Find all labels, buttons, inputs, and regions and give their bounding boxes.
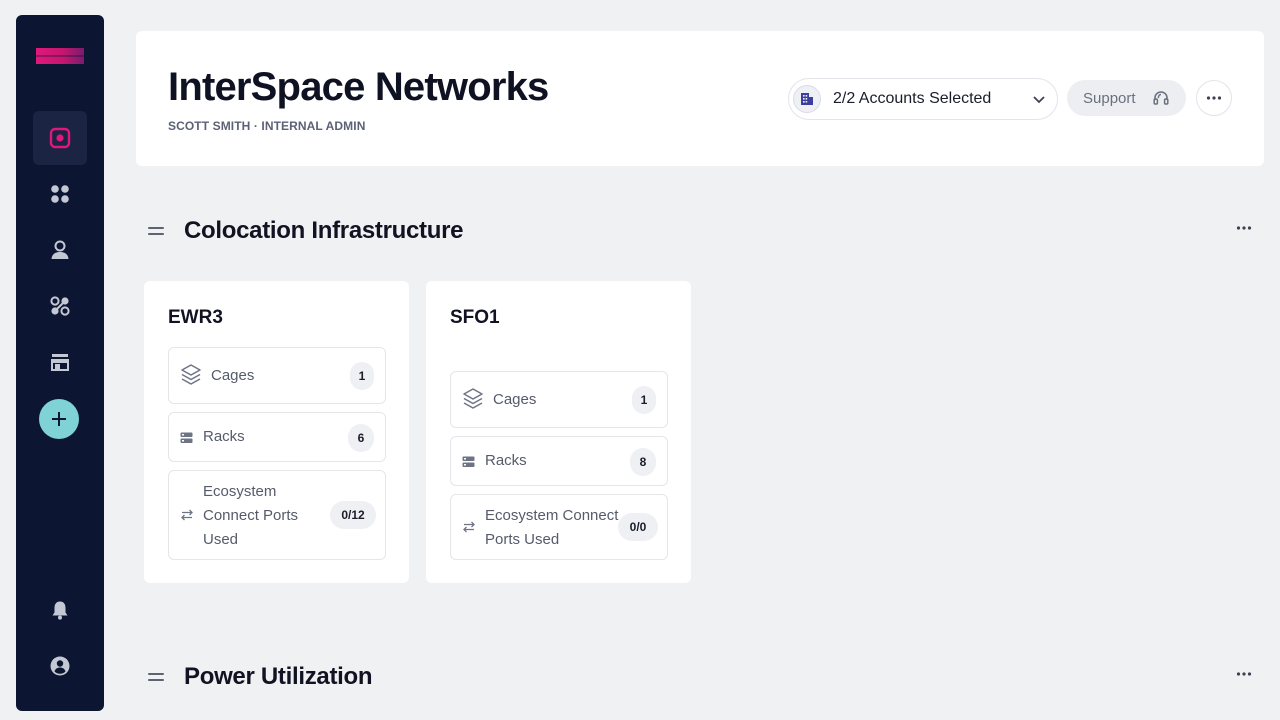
metric-label-line: Ecosystem Connect (485, 507, 619, 524)
section-power-header: Power Utilization (146, 662, 1264, 692)
metric-count-badge: 1 (350, 362, 374, 390)
metric-racks[interactable]: Racks 6 (168, 412, 386, 462)
support-button[interactable]: Support (1067, 80, 1186, 116)
accounts-selector[interactable]: 2/2 Accounts Selected (788, 78, 1058, 120)
site-name: SFO1 (450, 307, 500, 328)
brand-logo[interactable] (36, 48, 84, 64)
server-rack-icon (462, 456, 475, 467)
nav-overview[interactable] (33, 111, 87, 165)
nav-notifications[interactable] (33, 583, 87, 637)
drag-handle-icon[interactable] (148, 227, 164, 235)
swap-arrows-icon (181, 509, 193, 521)
metric-cages[interactable]: Cages 1 (450, 371, 668, 428)
more-horizontal-icon[interactable] (1236, 226, 1252, 230)
layers-icon (181, 364, 201, 385)
metric-label-line: Ports Used (485, 531, 560, 548)
metric-count-badge: 8 (630, 448, 656, 476)
server-rack-icon (180, 432, 193, 443)
metric-label: Racks (485, 452, 527, 469)
plus-icon (52, 412, 66, 426)
metric-count-badge: 0/0 (618, 513, 658, 541)
connections-icon (50, 296, 70, 316)
metric-label: Cages (493, 391, 537, 408)
site-name: EWR3 (168, 307, 223, 328)
nav-apps[interactable] (33, 167, 87, 221)
metric-racks[interactable]: Racks 8 (450, 436, 668, 486)
support-button-label: Support (1083, 89, 1136, 107)
org-header: InterSpace Networks SCOTT SMITH · INTERN… (136, 31, 1264, 166)
section-title: Power Utilization (184, 663, 373, 690)
metric-count-badge: 1 (632, 386, 656, 414)
section-colocation-header: Colocation Infrastructure (146, 216, 1264, 246)
user-icon (51, 240, 69, 259)
profile-icon (50, 656, 70, 676)
drag-handle-icon[interactable] (148, 673, 164, 681)
section-title: Colocation Infrastructure (184, 217, 464, 244)
metric-label: Racks (203, 428, 245, 445)
headset-icon (1153, 91, 1169, 105)
metric-count-badge: 6 (348, 424, 374, 452)
nav-marketplace[interactable] (33, 335, 87, 389)
header-more-button[interactable] (1196, 80, 1232, 116)
metric-label-line: Connect Ports (203, 507, 299, 524)
layers-icon (463, 388, 483, 409)
user-role-line: SCOTT SMITH · INTERNAL ADMIN (168, 119, 366, 133)
more-horizontal-icon[interactable] (1236, 672, 1252, 676)
bell-icon (52, 601, 68, 620)
building-icon (793, 85, 821, 113)
metric-label-line: Ecosystem (203, 483, 277, 500)
metric-ecosystem-ports[interactable]: Ecosystem Connect Ports Used 0/0 (450, 494, 668, 560)
apps-grid-icon (51, 185, 69, 203)
swap-arrows-icon (463, 521, 475, 533)
chevron-down-icon (1033, 96, 1045, 104)
nav-connections[interactable] (33, 279, 87, 333)
sidebar (16, 15, 104, 711)
overview-icon (49, 127, 71, 149)
add-button[interactable] (39, 399, 79, 439)
metric-cages[interactable]: Cages 1 (168, 347, 386, 404)
more-horizontal-icon (1206, 96, 1222, 100)
storefront-icon (51, 354, 69, 371)
metric-ecosystem-ports[interactable]: Ecosystem Connect Ports Used 0/12 (168, 470, 386, 560)
nav-users[interactable] (33, 223, 87, 277)
accounts-selector-label: 2/2 Accounts Selected (833, 90, 992, 107)
page-title: InterSpace Networks (168, 65, 549, 109)
metric-count-badge: 0/12 (330, 501, 376, 529)
metric-label-line: Used (203, 531, 239, 548)
site-card-sfo1[interactable]: SFO1 Cages 1 Racks 8 Ecosystem Connect P… (426, 281, 691, 583)
site-card-ewr3[interactable]: EWR3 Cages 1 Racks 6 Ecosystem Connect P… (144, 281, 409, 583)
metric-label: Cages (211, 367, 255, 384)
nav-profile[interactable] (33, 639, 87, 693)
